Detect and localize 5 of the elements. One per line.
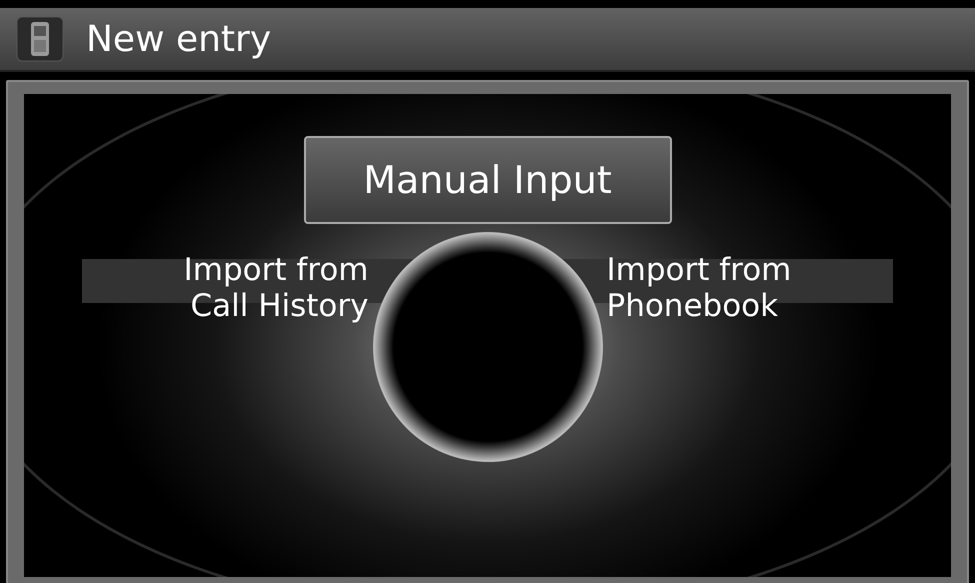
call-history-option[interactable]: Import from Call History (128, 252, 368, 324)
manual-input-button[interactable]: Manual Input (304, 136, 672, 224)
phonebook-option[interactable]: Import from Phonebook (606, 252, 846, 324)
phone-icon (16, 16, 64, 62)
window-title: New entry (86, 18, 272, 60)
